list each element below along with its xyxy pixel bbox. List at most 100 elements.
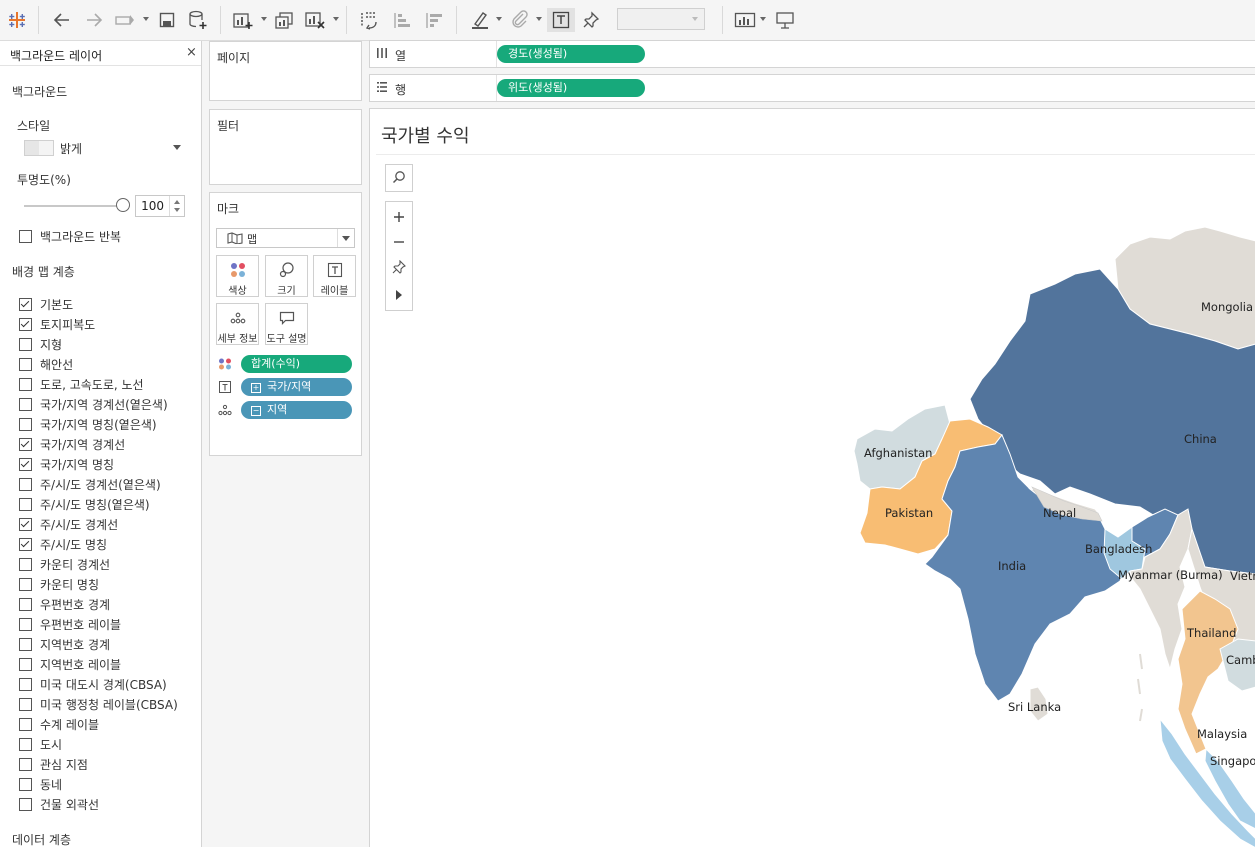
group-members-dropdown-caret[interactable] [536,17,542,21]
checkbox-box[interactable] [19,229,32,243]
map-layer-checkbox[interactable]: 미국 행정청 레이블(CBSA) [19,696,178,712]
map[interactable]: Mongolia China Afghanistan Pakistan Nepa… [370,109,1255,847]
detail-button[interactable]: 세부 정보 [216,303,259,345]
map-layer-checkbox[interactable]: 관심 지점 [19,756,88,772]
marks-field-row[interactable]: 합계(수익) [216,355,356,373]
map-layer-checkbox[interactable]: 우편번호 레이블 [19,616,121,632]
pin-icon[interactable] [386,254,412,279]
stepper-up-icon[interactable] [174,200,180,204]
pages-card[interactable]: 페이지 [209,41,362,101]
map-layer-checkbox[interactable]: 수계 레이블 [19,716,99,732]
checkbox-box[interactable] [19,537,32,551]
map-layer-checkbox[interactable]: 동네 [19,776,62,792]
map-search-button[interactable] [385,164,413,192]
map-layer-checkbox[interactable]: 지역번호 경계 [19,636,110,652]
map-layer-checkbox[interactable]: 카운티 경계선 [19,556,110,572]
map-layer-checkbox[interactable]: 해안선 [19,356,73,372]
filters-card[interactable]: 필터 [209,109,362,185]
map-layer-checkbox[interactable]: 국가/지역 명칭 [19,456,114,472]
clear-sheet-icon[interactable] [302,8,328,32]
color-button[interactable]: 색상 [216,255,259,297]
zoom-out-icon[interactable] [386,229,412,254]
country-region-pill[interactable]: + 국가/지역 [241,378,352,396]
checkbox-box[interactable] [19,377,32,391]
checkbox-box[interactable] [19,597,32,611]
map-layer-checkbox[interactable]: 기본도 [19,296,73,312]
map-layer-checkbox[interactable]: 미국 대도시 경계(CBSA) [19,676,167,692]
map-layer-checkbox[interactable]: 주/시/도 경계선(옅은색) [19,476,161,492]
show-me-dropdown-caret[interactable] [760,17,766,21]
expand-icon[interactable] [386,282,412,307]
checkbox-box[interactable] [19,697,32,711]
show-mark-labels-icon[interactable] [547,8,575,32]
checkbox-box[interactable] [19,737,32,751]
redo-icon[interactable] [82,8,106,32]
close-icon[interactable]: × [186,45,197,60]
expand-icon[interactable]: + [251,383,261,393]
map-layer-checkbox[interactable]: 토지피복도 [19,316,95,332]
sum-profit-pill[interactable]: 합계(수익) [241,355,352,373]
checkbox-box[interactable] [19,357,32,371]
duplicate-sheet-icon[interactable] [272,8,296,32]
new-worksheet-icon[interactable] [230,8,256,32]
swap-rows-columns-icon[interactable] [356,8,382,32]
size-button[interactable]: 크기 [265,255,308,297]
fit-select[interactable] [617,8,705,30]
marks-field-row[interactable]: + 국가/지역 [216,378,356,396]
opacity-value[interactable]: 100 [141,199,164,213]
tooltip-button[interactable]: 도구 설명 [265,303,308,345]
checkbox-box[interactable] [19,397,32,411]
map-layer-checkbox[interactable]: 카운티 명칭 [19,576,99,592]
checkbox-box[interactable] [19,797,32,811]
columns-shelf[interactable]: 열 경도(생성됨) [369,40,1255,68]
checkbox-box[interactable] [19,517,32,531]
sort-descending-icon[interactable] [422,8,446,32]
clear-sheet-dropdown-caret[interactable] [333,17,339,21]
zoom-in-icon[interactable] [386,204,412,229]
opacity-stepper[interactable]: 100 [135,195,185,217]
checkbox-box[interactable] [19,557,32,571]
repeat-background-checkbox[interactable]: 백그라운드 반복 [19,228,121,244]
marks-field-row[interactable]: − 지역 [216,401,356,419]
region-pill[interactable]: − 지역 [241,401,352,419]
map-layer-checkbox[interactable]: 건물 외곽선 [19,796,99,812]
checkbox-box[interactable] [19,637,32,651]
checkbox-box[interactable] [19,497,32,511]
mark-type-select[interactable]: 맵 [216,228,355,248]
checkbox-box[interactable] [19,477,32,491]
tableau-logo-icon[interactable] [6,8,28,32]
opacity-slider-track[interactable] [24,205,122,207]
opacity-slider-thumb[interactable] [116,198,130,212]
highlight-dropdown-caret[interactable] [496,17,502,21]
longitude-pill[interactable]: 경도(생성됨) [497,45,645,63]
highlight-icon[interactable] [468,8,492,32]
new-datasource-icon[interactable] [186,8,210,32]
save-icon[interactable] [156,8,178,32]
map-layer-checkbox[interactable]: 국가/지역 명칭(옅은색) [19,416,157,432]
checkbox-box[interactable] [19,297,32,311]
map-layer-checkbox[interactable]: 국가/지역 경계선(옅은색) [19,396,168,412]
map-layer-checkbox[interactable]: 지역번호 레이블 [19,656,121,672]
checkbox-box[interactable] [19,757,32,771]
checkbox-box[interactable] [19,617,32,631]
checkbox-box[interactable] [19,657,32,671]
checkbox-box[interactable] [19,577,32,591]
sort-ascending-icon[interactable] [390,8,414,32]
fix-axes-icon[interactable] [580,8,602,32]
checkbox-box[interactable] [19,457,32,471]
map-layer-checkbox[interactable]: 도시 [19,736,62,752]
checkbox-box[interactable] [19,677,32,691]
map-layer-checkbox[interactable]: 우편번호 경계 [19,596,110,612]
stepper-down-icon[interactable] [174,208,180,212]
latitude-pill[interactable]: 위도(생성됨) [497,79,645,97]
rows-shelf[interactable]: 행 위도(생성됨) [369,74,1255,102]
checkbox-box[interactable] [19,417,32,431]
label-button[interactable]: 레이블 [313,255,356,297]
new-worksheet-dropdown-caret[interactable] [261,17,267,21]
undo-icon[interactable] [50,8,74,32]
map-layer-checkbox[interactable]: 주/시/도 경계선 [19,516,118,532]
checkbox-box[interactable] [19,777,32,791]
map-layer-checkbox[interactable]: 주/시/도 명칭(옅은색) [19,496,150,512]
collapse-icon[interactable]: − [251,406,261,416]
map-layer-checkbox[interactable]: 주/시/도 명칭 [19,536,107,552]
